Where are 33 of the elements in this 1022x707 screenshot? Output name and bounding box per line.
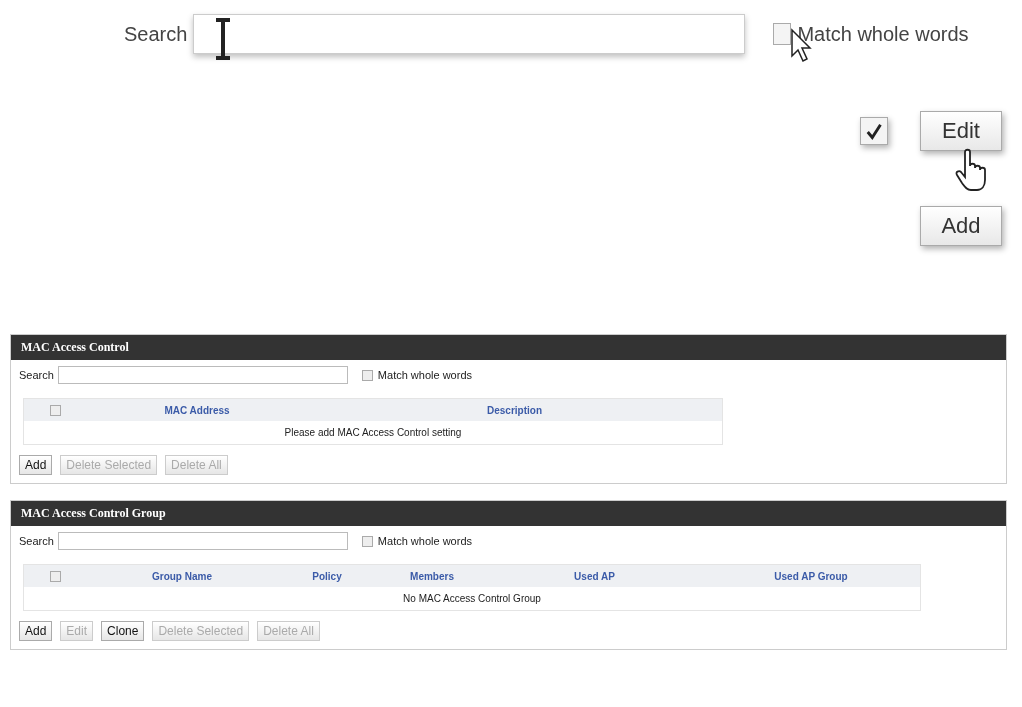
checkbox[interactable] xyxy=(773,23,792,45)
column-header[interactable]: Used AP xyxy=(574,570,615,582)
text-cursor-icon xyxy=(214,18,232,60)
search-field[interactable] xyxy=(57,366,348,384)
column-header[interactable]: Members xyxy=(410,570,454,582)
column-header[interactable]: Policy xyxy=(312,570,342,582)
search-label: Search xyxy=(19,369,54,381)
action-button[interactable]: Add xyxy=(19,621,53,641)
empty-message: No MAC Access Control Group xyxy=(403,593,541,604)
checkbox[interactable] xyxy=(361,369,373,381)
column-header[interactable]: Used AP Group xyxy=(774,570,848,582)
edit-button[interactable]: Edit xyxy=(920,111,1002,151)
empty-message: Please add MAC Access Control setting xyxy=(284,427,462,438)
panel-title: MAC Access Control xyxy=(11,335,1006,360)
column-header[interactable]: Group Name xyxy=(152,570,212,582)
action-button[interactable]: Clone xyxy=(101,621,145,641)
checkbox-label: Match whole words xyxy=(377,535,472,547)
select-all-checkbox[interactable] xyxy=(50,404,61,416)
checkbox-label: Match whole words xyxy=(377,369,472,381)
search-field[interactable] xyxy=(193,14,746,54)
checkbox-label: Match whole words xyxy=(797,22,969,46)
column-header[interactable]: MAC Address xyxy=(164,404,230,416)
check-icon xyxy=(864,121,884,141)
search-label: Search xyxy=(19,535,54,547)
search-field[interactable] xyxy=(57,532,348,550)
add-button[interactable]: Add xyxy=(920,206,1002,246)
action-button[interactable]: Add xyxy=(19,455,53,475)
panel-title: MAC Access Control Group xyxy=(11,501,1006,526)
checkbox[interactable] xyxy=(361,535,373,547)
column-header[interactable]: Description xyxy=(487,404,542,416)
select-all-checkbox[interactable] xyxy=(50,570,61,582)
checkbox[interactable] xyxy=(860,117,888,145)
search-label: Search xyxy=(124,22,188,46)
